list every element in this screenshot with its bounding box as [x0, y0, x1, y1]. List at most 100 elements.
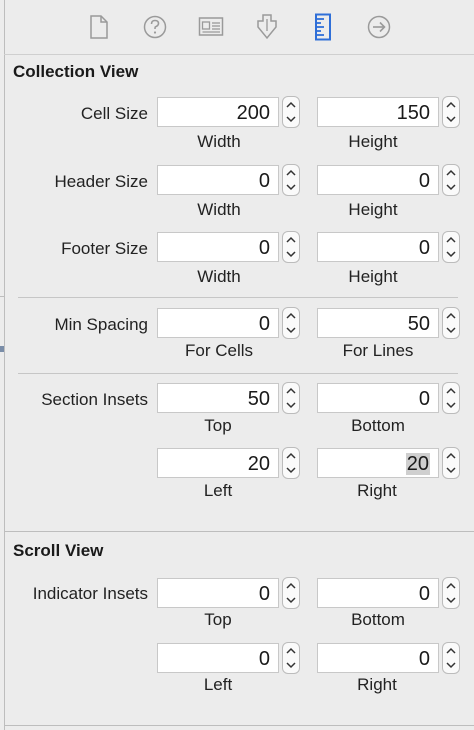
footer-size-label: Footer Size	[61, 239, 148, 258]
chevron-down-icon[interactable]	[286, 402, 296, 409]
header-size-label: Header Size	[54, 172, 148, 191]
chevron-up-icon[interactable]	[446, 582, 456, 589]
tab-size-inspector[interactable]	[295, 5, 351, 49]
chevron-up-icon[interactable]	[446, 169, 456, 176]
inset-left-field[interactable]: 20	[157, 448, 279, 478]
tab-identity-inspector[interactable]	[183, 5, 239, 49]
header-height-field[interactable]: 0	[317, 165, 439, 195]
chevron-up-icon[interactable]	[286, 452, 296, 459]
inset-bottom-caption: Bottom	[351, 416, 405, 435]
chevron-down-icon[interactable]	[446, 116, 456, 123]
section-title-scroll-view: Scroll View	[13, 541, 104, 560]
inset-right-caption: Right	[357, 481, 397, 500]
left-border-tick	[0, 296, 5, 297]
chevron-up-icon[interactable]	[286, 236, 296, 243]
chevron-up-icon[interactable]	[446, 101, 456, 108]
indicator-right-caption: Right	[357, 675, 397, 694]
spacing-lines-stepper[interactable]	[442, 307, 460, 339]
chevron-down-icon[interactable]	[446, 251, 456, 258]
inset-left-caption: Left	[203, 481, 233, 500]
chevron-down-icon[interactable]	[286, 467, 296, 474]
inset-top-field[interactable]: 50	[157, 383, 279, 413]
chevron-down-icon[interactable]	[446, 467, 456, 474]
footer-height-caption: Height	[348, 267, 398, 286]
cell-width-caption: Width	[197, 132, 241, 151]
inset-right-stepper[interactable]	[442, 447, 460, 479]
indicator-top-caption: Top	[204, 610, 232, 629]
chevron-up-icon[interactable]	[286, 647, 296, 654]
indicator-top-stepper[interactable]	[282, 577, 300, 609]
footer-height-field[interactable]: 0	[317, 232, 439, 262]
section-title-collection-view: Collection View	[13, 62, 139, 81]
toolbar-separator	[4, 54, 474, 55]
footer-width-field[interactable]: 0	[157, 232, 279, 262]
chevron-down-icon[interactable]	[286, 116, 296, 123]
indicator-right-field[interactable]: 0	[317, 643, 439, 673]
spacing-cells-field[interactable]: 0	[157, 308, 279, 338]
inset-right-field[interactable]: 20	[317, 448, 439, 478]
chevron-down-icon[interactable]	[446, 327, 456, 334]
chevron-up-icon[interactable]	[286, 169, 296, 176]
chevron-up-icon[interactable]	[286, 387, 296, 394]
size-inspector-icon	[315, 13, 331, 41]
header-height-caption: Height	[348, 200, 398, 219]
attributes-inspector-icon	[257, 14, 277, 40]
cell-height-caption: Height	[348, 132, 398, 151]
inset-bottom-stepper[interactable]	[442, 382, 460, 414]
cell-size-label: Cell Size	[80, 104, 148, 123]
indicator-bottom-caption: Bottom	[351, 610, 405, 629]
chevron-down-icon[interactable]	[446, 662, 456, 669]
chevron-down-icon[interactable]	[286, 327, 296, 334]
indicator-bottom-stepper[interactable]	[442, 577, 460, 609]
chevron-down-icon[interactable]	[286, 251, 296, 258]
cell-width-field[interactable]: 200	[157, 97, 279, 127]
chevron-up-icon[interactable]	[446, 647, 456, 654]
tab-quick-help[interactable]	[127, 5, 183, 49]
spacing-lines-caption: For Lines	[342, 341, 414, 360]
quick-help-icon	[143, 15, 167, 39]
inset-right-selected-value[interactable]: 20	[405, 453, 430, 475]
tab-attributes-inspector[interactable]	[239, 5, 295, 49]
min-spacing-label: Min Spacing	[54, 315, 148, 334]
inspector-tab-bar	[4, 0, 474, 54]
section-separator	[4, 531, 474, 532]
footer-height-stepper[interactable]	[442, 231, 460, 263]
tab-connections-inspector[interactable]	[351, 5, 407, 49]
chevron-up-icon[interactable]	[446, 387, 456, 394]
chevron-up-icon[interactable]	[286, 582, 296, 589]
cell-height-stepper[interactable]	[442, 96, 460, 128]
header-height-stepper[interactable]	[442, 164, 460, 196]
left-edge-marker	[0, 346, 4, 352]
chevron-down-icon[interactable]	[446, 184, 456, 191]
chevron-up-icon[interactable]	[286, 101, 296, 108]
chevron-down-icon[interactable]	[286, 662, 296, 669]
indicator-left-field[interactable]: 0	[157, 643, 279, 673]
header-width-field[interactable]: 0	[157, 165, 279, 195]
inset-bottom-field[interactable]: 0	[317, 383, 439, 413]
spacing-cells-stepper[interactable]	[282, 307, 300, 339]
cell-width-stepper[interactable]	[282, 96, 300, 128]
file-inspector-icon	[90, 15, 108, 39]
chevron-down-icon[interactable]	[286, 184, 296, 191]
chevron-down-icon[interactable]	[446, 597, 456, 604]
indicator-insets-label: Indicator Insets	[32, 584, 148, 603]
header-width-stepper[interactable]	[282, 164, 300, 196]
indicator-bottom-field[interactable]: 0	[317, 578, 439, 608]
identity-inspector-icon	[198, 17, 224, 36]
chevron-up-icon[interactable]	[446, 312, 456, 319]
tab-file-inspector[interactable]	[71, 5, 127, 49]
chevron-up-icon[interactable]	[446, 452, 456, 459]
indicator-top-field[interactable]: 0	[157, 578, 279, 608]
chevron-up-icon[interactable]	[446, 236, 456, 243]
indicator-left-stepper[interactable]	[282, 642, 300, 674]
footer-width-stepper[interactable]	[282, 231, 300, 263]
inset-left-stepper[interactable]	[282, 447, 300, 479]
chevron-down-icon[interactable]	[286, 597, 296, 604]
chevron-down-icon[interactable]	[446, 402, 456, 409]
indicator-left-caption: Left	[203, 675, 233, 694]
indicator-right-stepper[interactable]	[442, 642, 460, 674]
chevron-up-icon[interactable]	[286, 312, 296, 319]
inset-top-stepper[interactable]	[282, 382, 300, 414]
cell-height-field[interactable]: 150	[317, 97, 439, 127]
spacing-lines-field[interactable]: 50	[317, 308, 439, 338]
